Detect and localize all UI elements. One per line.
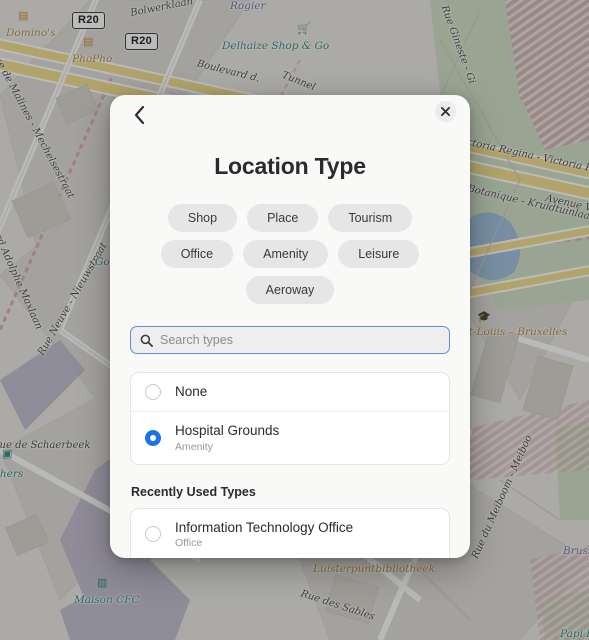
list-item-title: Information Technology Office (175, 520, 353, 536)
list-item-title: Hospital Grounds (175, 423, 279, 439)
close-icon (441, 107, 450, 116)
search-icon (140, 334, 153, 347)
list-item-title: None (175, 384, 207, 400)
chip-aeroway[interactable]: Aeroway (246, 276, 335, 304)
list-item[interactable]: Information Technology Office Office (131, 509, 449, 558)
page-title: Location Type (110, 153, 470, 180)
radio-icon[interactable] (145, 430, 161, 446)
category-chip-group: Shop Place Tourism Office Amenity Leisur… (132, 204, 448, 304)
chip-amenity[interactable]: Amenity (243, 240, 328, 268)
list-item[interactable]: Hospital Grounds Amenity (131, 411, 449, 464)
chip-office[interactable]: Office (161, 240, 233, 268)
search-box[interactable] (130, 326, 450, 354)
recently-used-heading: Recently Used Types (131, 485, 450, 499)
chevron-left-icon (134, 106, 145, 124)
chip-tourism[interactable]: Tourism (328, 204, 412, 232)
back-button[interactable] (124, 100, 154, 130)
chip-place[interactable]: Place (247, 204, 318, 232)
location-type-dialog: Location Type Shop Place Tourism Office … (110, 95, 470, 558)
dialog-topbar (110, 95, 470, 137)
list-item-subtitle: Amenity (175, 441, 279, 453)
radio-icon[interactable] (145, 384, 161, 400)
close-button[interactable] (435, 101, 456, 122)
list-item-text: None (175, 384, 207, 400)
recently-used-card: Information Technology Office Office (130, 508, 450, 558)
list-item-subtitle: Office (175, 537, 353, 549)
chip-leisure[interactable]: Leisure (338, 240, 419, 268)
list-item-text: Information Technology Office Office (175, 520, 353, 550)
list-item[interactable]: None (131, 373, 449, 411)
type-list-scroll[interactable]: None Hospital Grounds Amenity Recently U… (110, 372, 470, 558)
list-item-text: Hospital Grounds Amenity (175, 423, 279, 453)
results-card: None Hospital Grounds Amenity (130, 372, 450, 465)
chip-shop[interactable]: Shop (168, 204, 237, 232)
radio-icon[interactable] (145, 526, 161, 542)
search-section (130, 326, 450, 354)
search-input[interactable] (160, 333, 440, 347)
